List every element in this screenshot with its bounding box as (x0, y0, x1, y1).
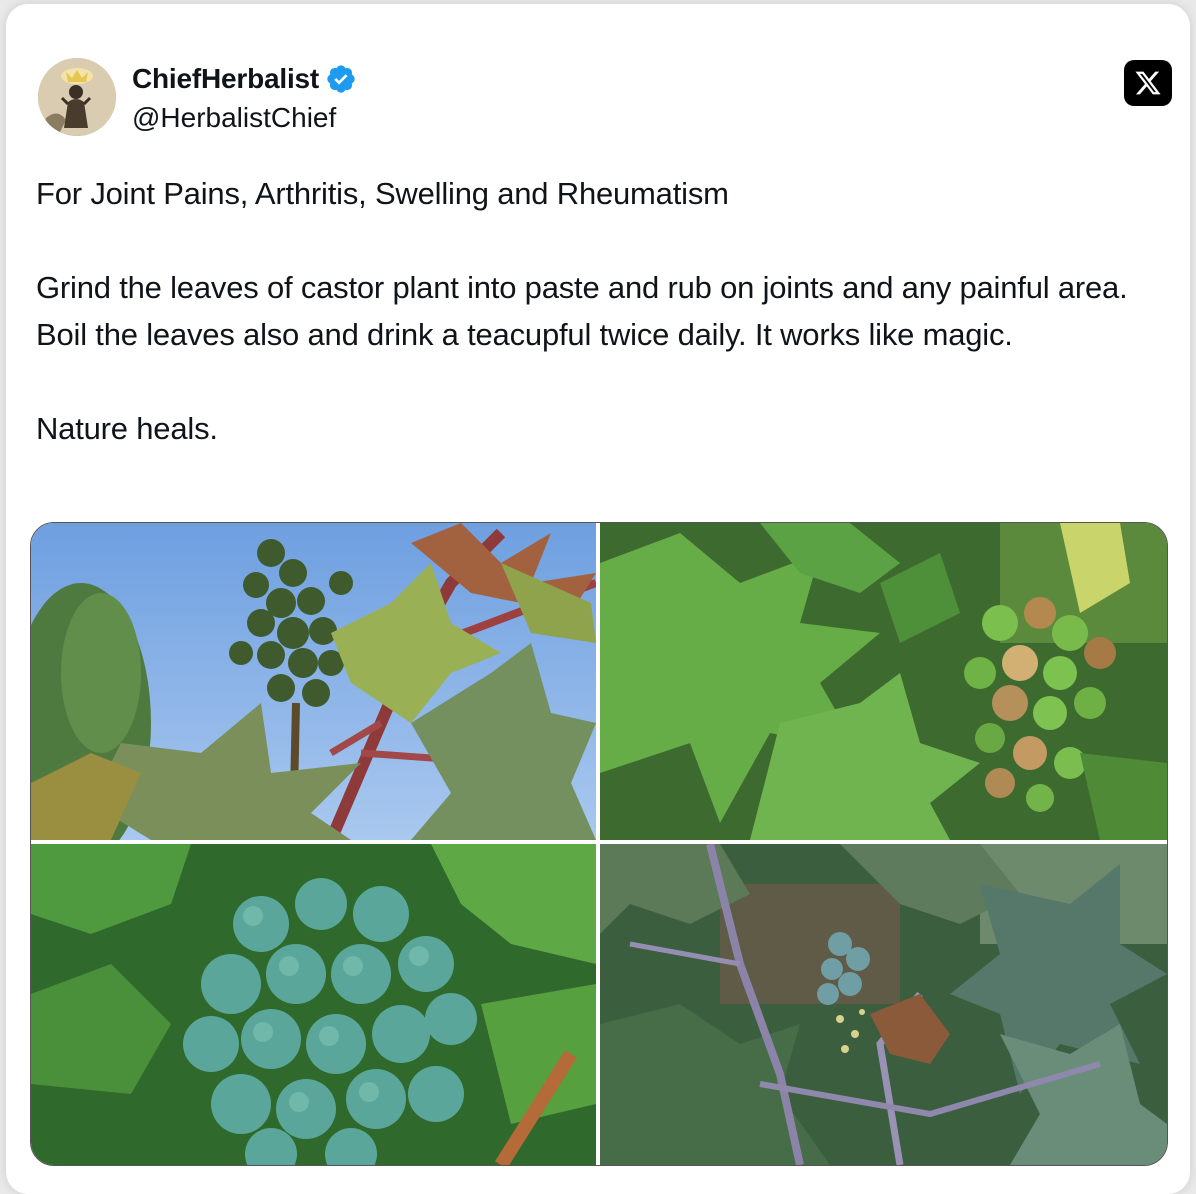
author-display-name[interactable]: ChiefHerbalist (132, 63, 319, 95)
avatar-image (38, 58, 116, 136)
post-text: For Joint Pains, Arthritis, Swelling and… (36, 170, 1156, 452)
author-name-row[interactable]: ChiefHerbalist (132, 62, 357, 96)
castor-seed-pods-photo (600, 523, 1167, 840)
author-handle[interactable]: @HerbalistChief (132, 102, 336, 134)
castor-plant-purple-stems-photo (600, 844, 1167, 1165)
x-logo-icon (1135, 71, 1161, 95)
avatar[interactable] (38, 58, 116, 136)
post-closing: Nature heals. (36, 411, 218, 446)
x-logo-button[interactable] (1124, 60, 1172, 106)
photo-3[interactable] (31, 844, 596, 1165)
media-grid (30, 522, 1168, 1166)
photo-4[interactable] (600, 844, 1167, 1165)
verified-badge-icon (327, 65, 355, 93)
post-headline: For Joint Pains, Arthritis, Swelling and… (36, 176, 729, 211)
photo-2[interactable] (600, 523, 1167, 840)
castor-plant-blue-sky-photo (31, 523, 596, 840)
castor-spiky-fruits-photo (31, 844, 596, 1165)
post-body: Grind the leaves of castor plant into pa… (36, 270, 1128, 352)
photo-1[interactable] (31, 523, 596, 840)
